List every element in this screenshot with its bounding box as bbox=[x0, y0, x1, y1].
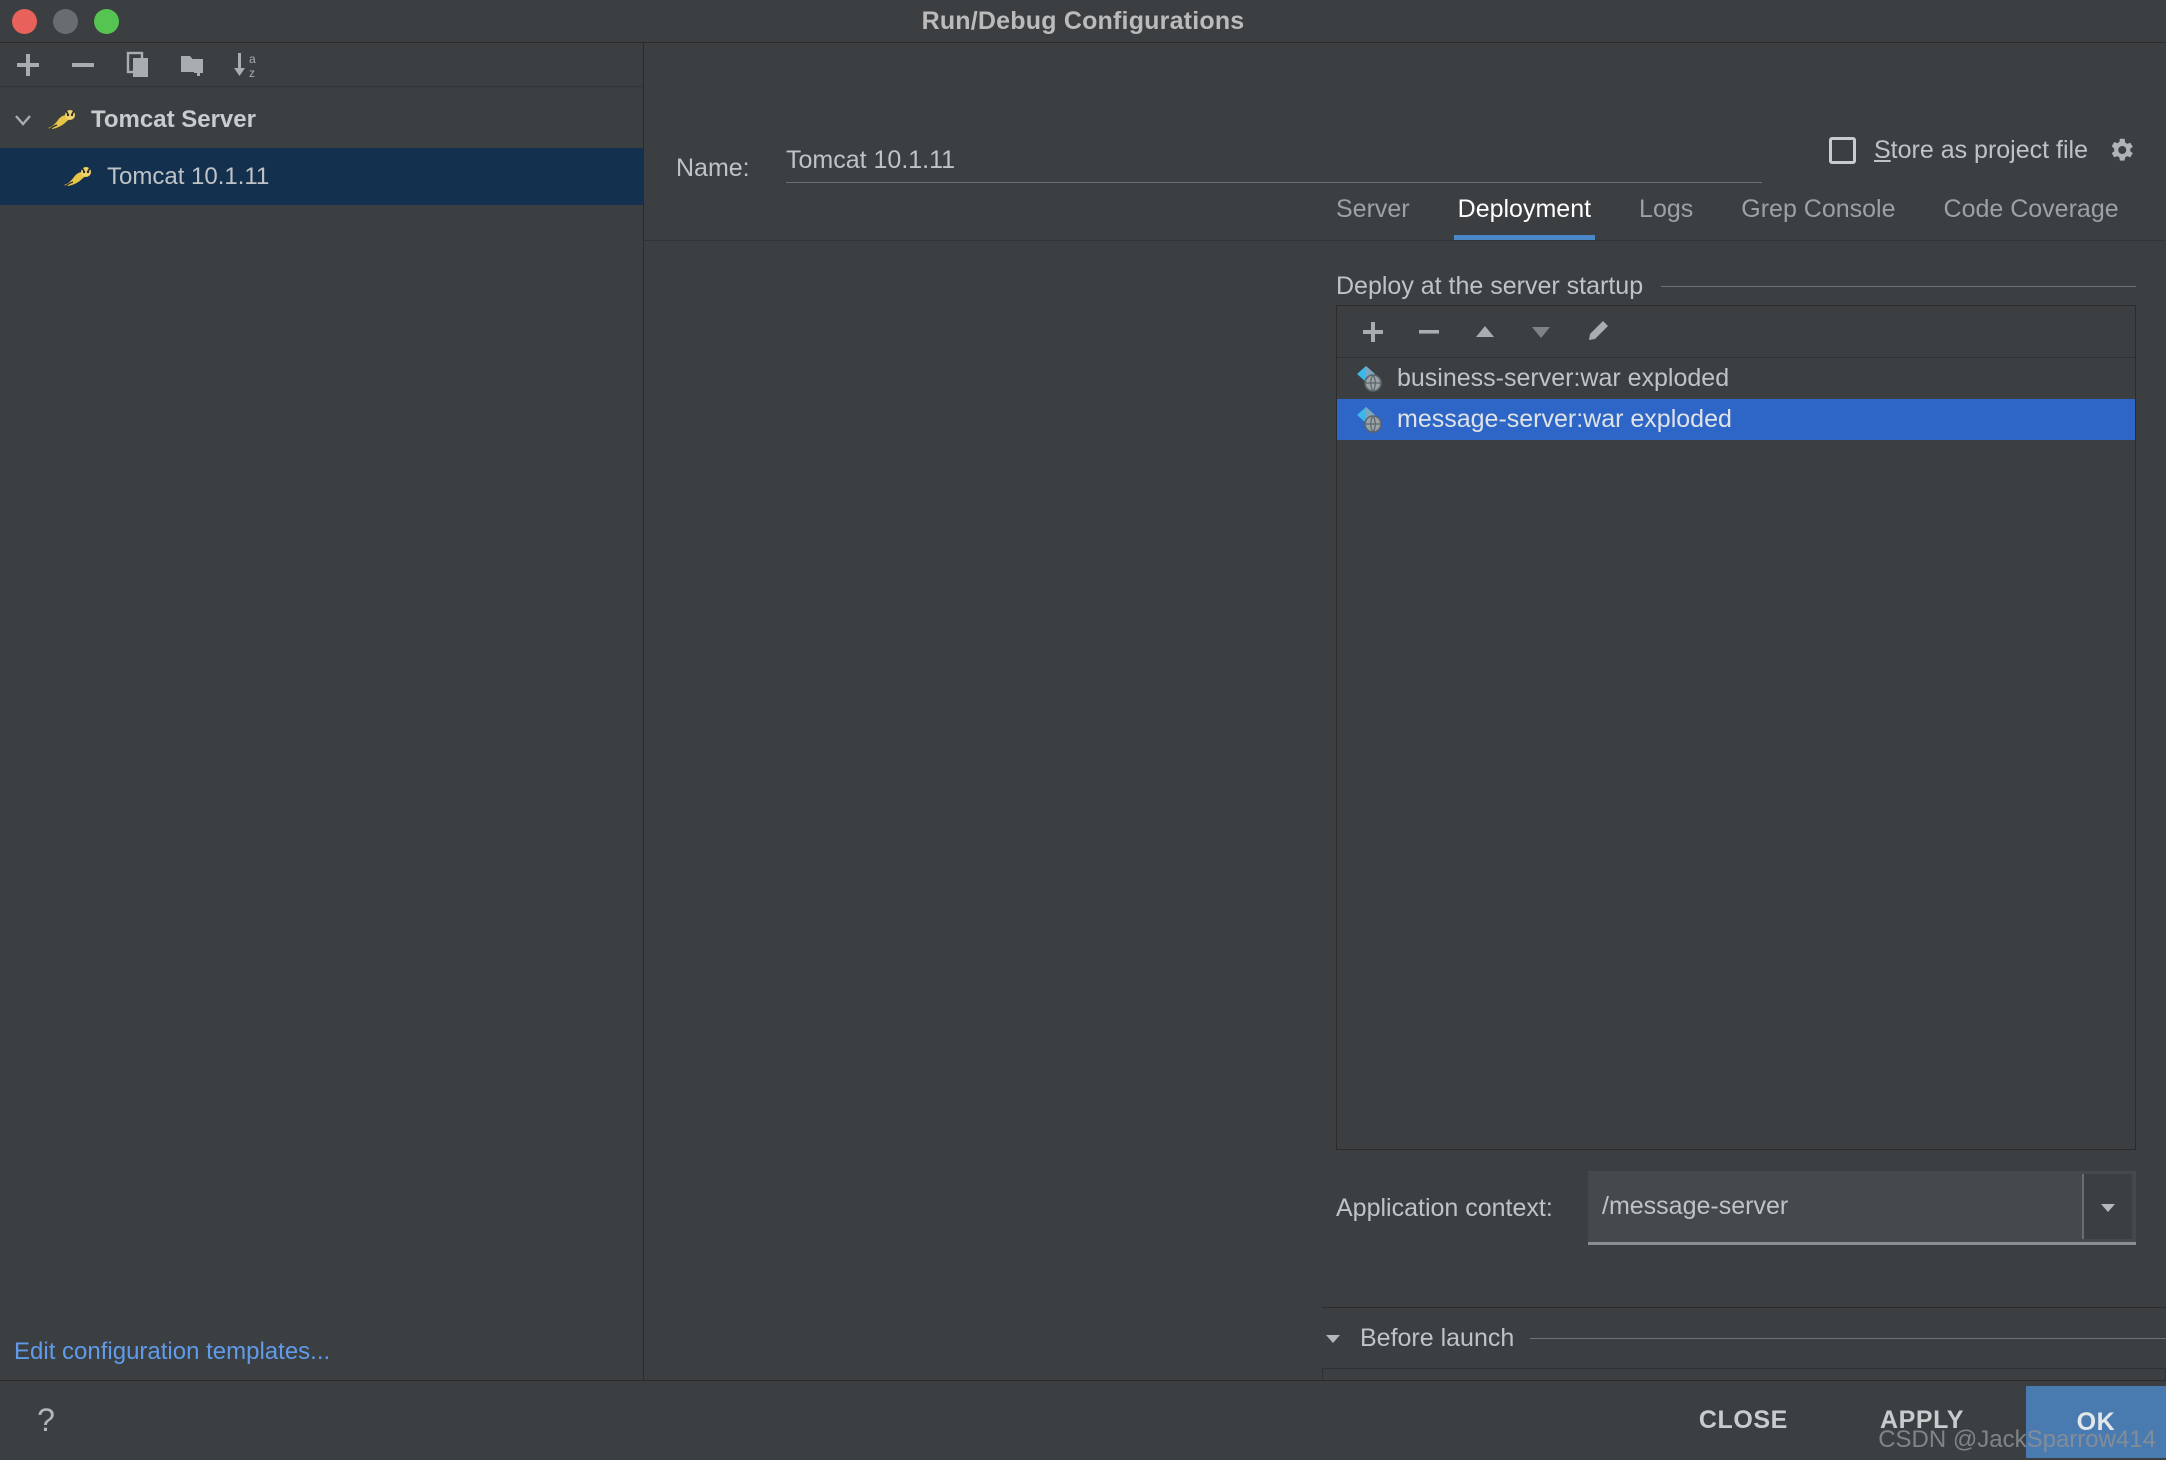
before-launch-section[interactable]: Before launch bbox=[644, 1308, 2166, 1368]
list-item-label: message-server:war exploded bbox=[1397, 405, 1732, 433]
copy-configuration-button[interactable] bbox=[113, 45, 163, 85]
edit-configuration-templates-link[interactable]: Edit configuration templates... bbox=[14, 1338, 330, 1365]
editor-tabs: Server Deployment Logs Grep Console Code… bbox=[644, 175, 2166, 241]
sidebar-toolbar: a z bbox=[0, 43, 643, 87]
ok-button[interactable]: OK bbox=[2026, 1386, 2166, 1458]
remove-configuration-button[interactable] bbox=[58, 45, 108, 85]
folder-plus-icon bbox=[181, 55, 203, 76]
artifact-icon bbox=[1355, 405, 1385, 435]
caret-down-icon[interactable] bbox=[1322, 1327, 1344, 1349]
application-context-label: Application context: bbox=[1336, 1193, 1553, 1222]
tree-item-label: Tomcat 10.1.11 bbox=[107, 162, 270, 190]
tree-item-tomcat-10-1-11[interactable]: Tomcat 10.1.11 bbox=[0, 148, 643, 205]
edit-artifact-button[interactable] bbox=[1571, 310, 1623, 354]
chevron-down-icon[interactable] bbox=[2082, 1174, 2132, 1239]
maximize-window-button[interactable] bbox=[94, 8, 119, 34]
new-folder-button[interactable] bbox=[168, 45, 218, 85]
list-item-label: business-server:war exploded bbox=[1397, 364, 1730, 392]
move-artifact-down-button[interactable] bbox=[1515, 310, 1567, 354]
add-artifact-button[interactable] bbox=[1347, 310, 1399, 354]
store-as-project-file-checkbox[interactable] bbox=[1828, 136, 1856, 164]
minus-icon bbox=[1419, 329, 1439, 334]
pencil-icon bbox=[1589, 320, 1608, 340]
store-as-project-file-label: Store as project file bbox=[1874, 136, 2088, 165]
close-window-button[interactable] bbox=[12, 8, 37, 34]
store-label-rest: tore as project file bbox=[1890, 135, 2088, 164]
deployment-panel: Deploy at the server startup business-se… bbox=[644, 241, 2166, 1307]
application-context-combobox[interactable]: /message-server bbox=[1588, 1171, 2136, 1245]
apply-button[interactable]: APPLY bbox=[1834, 1381, 2010, 1460]
configuration-editor: Name: Tomcat 10.1.11 Store as project fi… bbox=[644, 43, 2166, 1380]
artifacts-rows: business-server:war exploded message-ser… bbox=[1337, 358, 2135, 1149]
tab-deployment[interactable]: Deployment bbox=[1434, 195, 1615, 240]
minimize-window-button[interactable] bbox=[53, 8, 78, 34]
window-title: Run/Debug Configurations bbox=[921, 6, 1245, 35]
svg-text:z: z bbox=[249, 66, 255, 80]
tab-startup-connection[interactable]: Startup/Connection bbox=[2143, 195, 2166, 240]
chevron-down-icon[interactable] bbox=[8, 105, 38, 135]
tab-server[interactable]: Server bbox=[1336, 195, 1434, 240]
add-configuration-button[interactable] bbox=[3, 45, 53, 85]
artifacts-toolbar bbox=[1337, 306, 2135, 358]
deploy-section-header: Deploy at the server startup bbox=[644, 241, 2136, 305]
tabs-list: Server Deployment Logs Grep Console Code… bbox=[1336, 195, 2166, 240]
close-button[interactable]: CLOSE bbox=[1653, 1381, 1834, 1460]
move-artifact-up-button[interactable] bbox=[1459, 310, 1511, 354]
deploy-section-title: Deploy at the server startup bbox=[1336, 271, 1644, 300]
title-bar: Run/Debug Configurations bbox=[0, 0, 2166, 43]
help-button[interactable]: ? bbox=[16, 1402, 76, 1439]
sort-configurations-button[interactable]: a z bbox=[223, 45, 273, 85]
gear-icon[interactable] bbox=[2106, 135, 2136, 165]
tab-code-coverage[interactable]: Code Coverage bbox=[1920, 195, 2143, 240]
name-row: Name: Tomcat 10.1.11 Store as project fi… bbox=[644, 43, 2166, 183]
remove-artifact-button[interactable] bbox=[1403, 310, 1455, 354]
application-context-value[interactable]: /message-server bbox=[1588, 1192, 1788, 1221]
tab-grep-console[interactable]: Grep Console bbox=[1717, 195, 1919, 240]
dialog-body: a z Tomcat Server Tomcat 10.1.11 Edit co… bbox=[0, 43, 2166, 1380]
arrow-up-icon bbox=[1476, 325, 1494, 337]
mnemonic-letter: S bbox=[1873, 135, 1891, 164]
list-item[interactable]: message-server:war exploded bbox=[1337, 399, 2135, 440]
sidebar-footer: Edit configuration templates... bbox=[0, 1338, 643, 1380]
tree-group-tomcat-server[interactable]: Tomcat Server bbox=[0, 91, 643, 148]
section-divider bbox=[1530, 1337, 2166, 1339]
tab-logs[interactable]: Logs bbox=[1615, 195, 1717, 240]
section-divider bbox=[1661, 285, 2136, 287]
tomcat-icon bbox=[62, 164, 96, 190]
minus-icon bbox=[72, 62, 94, 67]
tree-group-label: Tomcat Server bbox=[91, 105, 256, 133]
before-launch-list[interactable] bbox=[1322, 1368, 2166, 1380]
plus-icon bbox=[17, 53, 39, 76]
configurations-sidebar: a z Tomcat Server Tomcat 10.1.11 Edit co… bbox=[0, 43, 644, 1380]
action-buttons: CLOSE APPLY OK bbox=[1653, 1381, 2166, 1460]
plus-icon bbox=[1363, 321, 1383, 342]
window-controls bbox=[0, 8, 119, 34]
dialog-button-bar: ? CLOSE APPLY OK CSDN @JackSparrow414 bbox=[0, 1380, 2166, 1460]
list-item[interactable]: business-server:war exploded bbox=[1337, 358, 2135, 399]
before-launch-label: Before launch bbox=[1360, 1323, 1515, 1352]
svg-text:a: a bbox=[249, 52, 256, 66]
artifacts-list-box: business-server:war exploded message-ser… bbox=[1336, 305, 2136, 1150]
copy-icon bbox=[126, 51, 148, 77]
run-debug-configurations-dialog: Run/Debug Configurations a z Tomcat Serv… bbox=[0, 0, 2166, 1460]
sort-az-icon: a z bbox=[234, 52, 256, 80]
store-as-project-file-row[interactable]: Store as project file bbox=[1828, 135, 2136, 165]
artifact-icon bbox=[1355, 364, 1385, 394]
application-context-row: Application context: /message-server bbox=[644, 1150, 2136, 1266]
configurations-tree: Tomcat Server Tomcat 10.1.11 bbox=[0, 87, 643, 1338]
tomcat-icon bbox=[46, 107, 80, 133]
arrow-down-icon bbox=[1532, 326, 1550, 338]
